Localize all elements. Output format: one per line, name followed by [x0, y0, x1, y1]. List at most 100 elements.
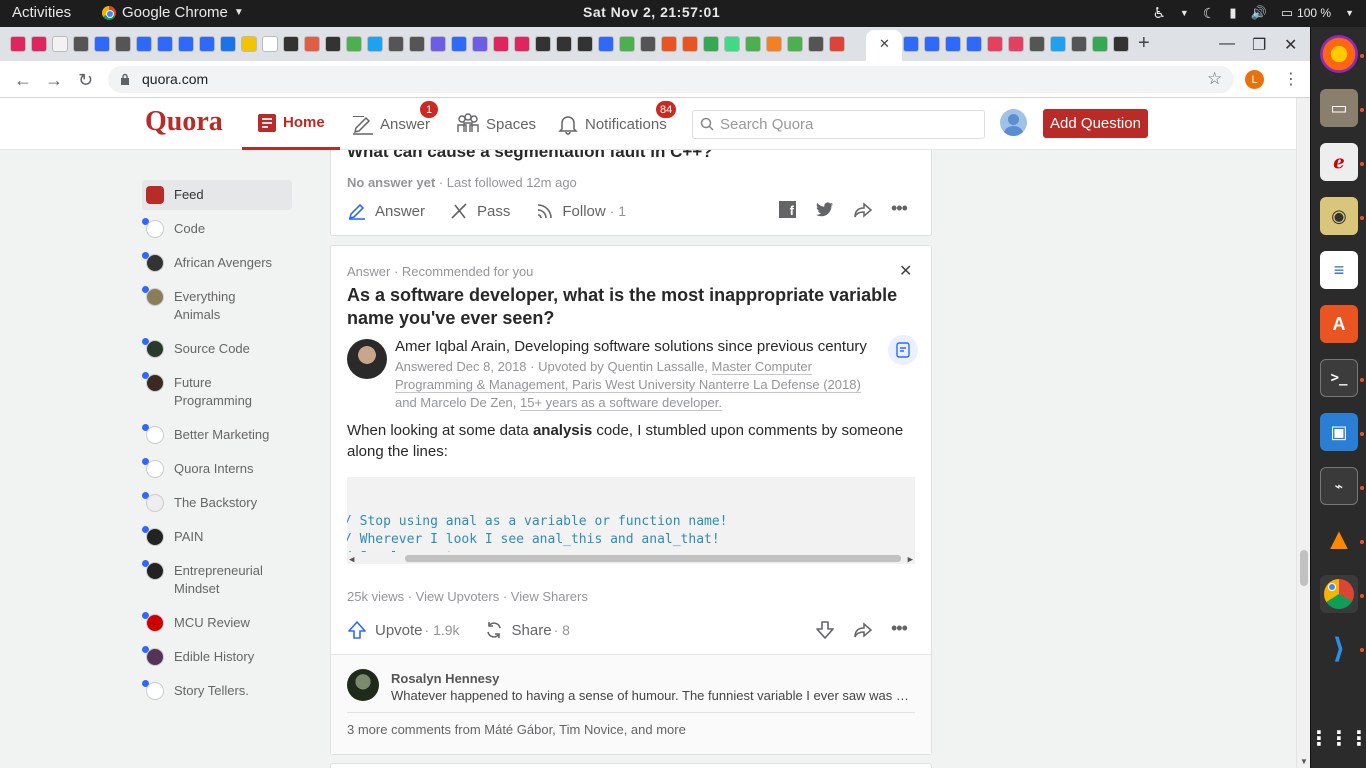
sidebar-item[interactable]: Quora Interns: [142, 454, 292, 484]
system-monitor-icon[interactable]: ⌁: [1320, 467, 1358, 505]
tab-favicon[interactable]: [903, 36, 919, 52]
tab-favicon[interactable]: [367, 36, 383, 52]
search-input[interactable]: Search Quora: [692, 110, 985, 139]
tab-favicon[interactable]: [325, 36, 341, 52]
tab-favicon[interactable]: [945, 36, 961, 52]
more-comments-link[interactable]: 3 more comments from Máté Gábor, Tim Nov…: [347, 722, 686, 737]
tab-favicon[interactable]: [745, 36, 761, 52]
sidebar-item[interactable]: Story Tellers.: [142, 676, 292, 706]
tab-favicon[interactable]: [766, 36, 782, 52]
tab-favicon[interactable]: [115, 36, 131, 52]
remote-desktop-icon[interactable]: ▣: [1320, 413, 1358, 451]
tab-favicon[interactable]: [346, 36, 362, 52]
sidebar-item[interactable]: Better Marketing: [142, 420, 292, 450]
share-arrow-icon[interactable]: [853, 620, 873, 640]
sidebar-item[interactable]: Entrepreneurial Mindset: [142, 556, 292, 604]
tab-favicon[interactable]: [535, 36, 551, 52]
sidebar-item[interactable]: Edible History: [142, 642, 292, 672]
sidebar-item[interactable]: PAIN: [142, 522, 292, 552]
reload-button[interactable]: ↻: [78, 70, 93, 91]
add-question-button[interactable]: Add Question: [1043, 109, 1148, 138]
tab-favicon[interactable]: [703, 36, 719, 52]
close-icon[interactable]: ✕: [899, 261, 912, 281]
tab-favicon[interactable]: [493, 36, 509, 52]
forward-button[interactable]: →: [45, 70, 63, 91]
upvoter2-credential[interactable]: 15+ years as a software developer.: [520, 395, 722, 411]
tab-favicon[interactable]: [829, 36, 845, 52]
tab-favicon[interactable]: [724, 36, 740, 52]
tab-favicon[interactable]: [598, 36, 614, 52]
sidebar-item[interactable]: Everything Animals: [142, 282, 292, 330]
tab-favicon[interactable]: [472, 36, 488, 52]
tab-favicon[interactable]: [577, 36, 593, 52]
tab-favicon[interactable]: [619, 36, 635, 52]
software-center-icon[interactable]: A: [1320, 305, 1358, 343]
page-scroll-thumb[interactable]: [1300, 550, 1308, 586]
back-button[interactable]: ←: [14, 70, 32, 91]
author-avatar[interactable]: [347, 339, 387, 379]
tab-favicon[interactable]: [1029, 36, 1045, 52]
tab-favicon[interactable]: [682, 36, 698, 52]
minimize-button[interactable]: —: [1219, 35, 1235, 53]
tab-favicon[interactable]: [388, 36, 404, 52]
tab-favicon[interactable]: [178, 36, 194, 52]
vlc-icon[interactable]: ▲: [1320, 521, 1358, 559]
view-upvoters-link[interactable]: View Upvoters: [416, 589, 500, 604]
menu-dots-icon[interactable]: ⋮: [1283, 69, 1299, 89]
author-line[interactable]: Amer Iqbal Arain, Developing software so…: [395, 338, 867, 355]
tab-favicon[interactable]: [1050, 36, 1066, 52]
maximize-button[interactable]: ❐: [1252, 35, 1266, 55]
sidebar-item[interactable]: The Backstory: [142, 488, 292, 518]
twitter-icon[interactable]: [816, 202, 834, 218]
sidebar-item[interactable]: Source Code: [142, 334, 292, 364]
tab-favicon[interactable]: [1071, 36, 1087, 52]
show-apps-icon[interactable]: ⋮⋮⋮: [1309, 719, 1366, 757]
tab-favicon[interactable]: [31, 36, 47, 52]
horizontal-scrollbar[interactable]: ◀ ▶: [347, 552, 915, 564]
tab-favicon[interactable]: [808, 36, 824, 52]
nav-home[interactable]: Home: [242, 98, 340, 150]
tab-favicon[interactable]: [220, 36, 236, 52]
tab-favicon[interactable]: [451, 36, 467, 52]
answer-button[interactable]: Answer: [347, 201, 425, 221]
comment-author[interactable]: Rosalyn Hennesy: [391, 671, 499, 686]
sidebar-item[interactable]: Feed: [142, 180, 292, 210]
answer-question-title[interactable]: As a software developer, what is the mos…: [347, 284, 922, 330]
comment-avatar[interactable]: [347, 669, 379, 701]
tab-favicon[interactable]: [241, 36, 257, 52]
tab-favicon[interactable]: [640, 36, 656, 52]
share-arrow-icon[interactable]: [853, 200, 873, 220]
music-player-icon[interactable]: ◉: [1320, 197, 1358, 235]
suggest-edit-icon[interactable]: [888, 335, 918, 365]
document-viewer-icon[interactable]: ℯ: [1320, 143, 1358, 181]
text-document-icon[interactable]: ≡: [1320, 251, 1358, 289]
nav-notifications[interactable]: Notifications: [557, 98, 667, 150]
chrome-dock-icon[interactable]: [1320, 575, 1358, 613]
tab-favicon[interactable]: [52, 36, 68, 52]
tab-favicon[interactable]: [199, 36, 215, 52]
tab-favicon[interactable]: [1008, 36, 1024, 52]
upvote-button[interactable]: Upvote · 1.9k: [347, 620, 460, 640]
upvoter-name[interactable]: Quentin Lassalle,: [607, 359, 711, 374]
tab-favicon[interactable]: [430, 36, 446, 52]
tab-favicon[interactable]: [73, 36, 89, 52]
scroll-right-icon[interactable]: ▶: [908, 551, 913, 564]
files-icon[interactable]: ▭: [1320, 89, 1358, 127]
pass-button[interactable]: Pass: [449, 201, 510, 221]
clock[interactable]: Sat Nov 2, 21:57:01: [583, 4, 720, 20]
bookmark-star-icon[interactable]: ☆: [1207, 69, 1222, 89]
active-tab[interactable]: ✕: [866, 30, 902, 61]
firefox-icon[interactable]: [1320, 35, 1358, 73]
nav-answer[interactable]: Answer: [352, 98, 430, 150]
follow-button[interactable]: Follow · 1: [536, 202, 626, 220]
quora-logo[interactable]: Quora: [145, 106, 223, 138]
comment-text[interactable]: Whatever happened to having a sense of h…: [391, 688, 916, 703]
more-options-icon[interactable]: •••: [891, 618, 908, 639]
tab-favicon[interactable]: [987, 36, 1003, 52]
tab-favicon[interactable]: [283, 36, 299, 52]
sidebar-item[interactable]: African Avengers: [142, 248, 292, 278]
scroll-down-icon[interactable]: ▼: [1300, 757, 1308, 766]
sidebar-item[interactable]: Future Programming: [142, 368, 292, 416]
facebook-icon[interactable]: f: [779, 201, 796, 218]
tab-favicon[interactable]: [10, 36, 26, 52]
